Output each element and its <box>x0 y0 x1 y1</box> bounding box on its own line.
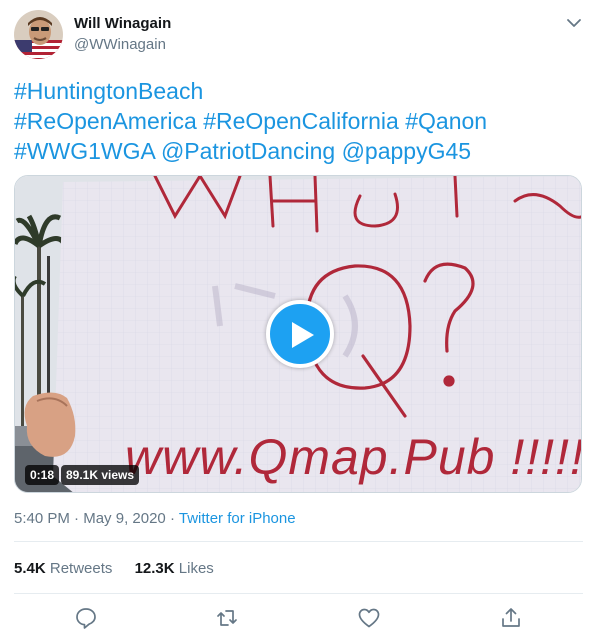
tweet-text: #HuntingtonBeach #ReOpenAmerica #ReOpenC… <box>14 76 584 166</box>
video-player[interactable]: www.Qmap.Pub !!!!! 0:18 89.1K views <box>14 175 582 493</box>
chevron-down-icon[interactable] <box>563 14 585 32</box>
tweet-card: Will Winagain @WWinagain #HuntingtonBeac… <box>0 0 597 642</box>
video-views: 89.1K views <box>61 465 140 485</box>
hashtag-link[interactable]: #ReOpenCalifornia <box>203 108 399 134</box>
retweets-count: 5.4K <box>14 560 46 577</box>
sign-text: www.Qmap.Pub !!!!! <box>125 429 582 485</box>
meta-separator: · <box>74 510 80 527</box>
likes-count: 12.3K <box>134 560 175 577</box>
hashtag-link[interactable]: #Qanon <box>405 108 487 134</box>
hashtag-link[interactable]: #WWG1WGA <box>14 138 155 164</box>
action-bar <box>0 598 597 638</box>
tweet-date[interactable]: May 9, 2020 <box>83 510 166 527</box>
mention-link[interactable]: @PatriotDancing <box>161 138 335 164</box>
retweets-stat[interactable]: 5.4K Retweets <box>14 560 117 577</box>
author-handle[interactable]: @WWinagain <box>74 36 166 54</box>
tweet-meta: 5:40 PM · May 9, 2020 · Twitter for iPho… <box>14 510 296 528</box>
heart-icon[interactable] <box>357 606 381 630</box>
tweet-text-line-2: #ReOpenAmerica #ReOpenCalifornia #Qanon <box>14 106 584 136</box>
tweet-stats: 5.4K Retweets 12.3K Likes <box>14 560 214 578</box>
likes-label: Likes <box>178 560 214 577</box>
likes-stat[interactable]: 12.3K Likes <box>135 560 214 577</box>
author-name[interactable]: Will Winagain <box>74 15 171 33</box>
meta-separator: · <box>169 510 175 527</box>
tweet-time[interactable]: 5:40 PM <box>14 510 70 527</box>
divider <box>14 593 583 594</box>
share-icon[interactable] <box>499 606 523 630</box>
divider <box>14 541 583 542</box>
mention-link[interactable]: @pappyG45 <box>342 138 472 164</box>
tweet-text-line-3: #WWG1WGA @PatriotDancing @pappyG45 <box>14 136 584 166</box>
video-duration: 0:18 <box>25 465 60 485</box>
play-icon <box>292 322 314 348</box>
tweet-source[interactable]: Twitter for iPhone <box>179 510 296 527</box>
retweet-icon[interactable] <box>215 606 239 630</box>
retweets-label: Retweets <box>49 560 113 577</box>
play-button[interactable] <box>266 300 334 368</box>
tweet-text-line-1: #HuntingtonBeach <box>14 76 584 106</box>
avatar[interactable] <box>14 10 63 59</box>
hashtag-link[interactable]: #HuntingtonBeach <box>14 78 203 104</box>
hashtag-link[interactable]: #ReOpenAmerica <box>14 108 197 134</box>
reply-icon[interactable] <box>74 606 98 630</box>
